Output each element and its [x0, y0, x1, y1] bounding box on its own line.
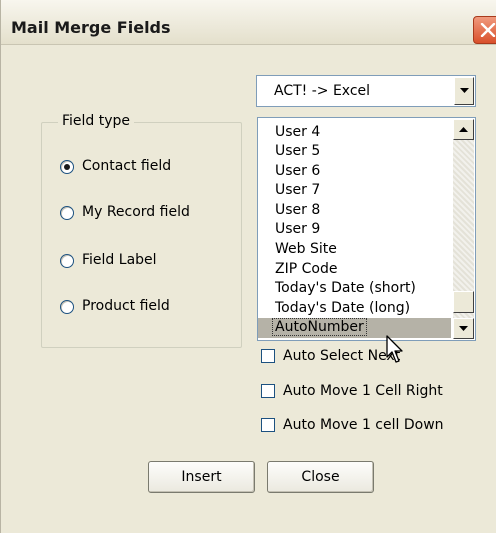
checkbox[interactable] — [261, 418, 275, 432]
radio-button[interactable] — [60, 300, 74, 314]
list-item[interactable]: User 5 — [258, 142, 451, 162]
fields-scrollbar[interactable] — [453, 119, 474, 339]
chevron-down-icon — [460, 88, 469, 93]
checkbox-label: Auto Move 1 cell Down — [283, 417, 444, 433]
window-close-button[interactable] — [473, 16, 496, 44]
title-bar[interactable]: Mail Merge Fields — [1, 0, 496, 45]
mapping-dropdown[interactable]: ACT! -> Excel — [256, 75, 476, 107]
list-item[interactable]: User 6 — [258, 162, 451, 182]
mapping-dropdown-arrow[interactable] — [454, 77, 474, 105]
scroll-up-button[interactable] — [453, 119, 474, 140]
checkbox-label: Auto Select Next — [283, 348, 401, 364]
list-item[interactable]: User 8 — [258, 201, 451, 221]
insert-button[interactable]: Insert — [148, 461, 255, 493]
mapping-selected-value: ACT! -> Excel — [274, 83, 371, 99]
checkbox-label: Auto Move 1 Cell Right — [283, 383, 443, 399]
list-item[interactable]: User 9 — [258, 220, 451, 240]
arrow-down-icon — [459, 326, 468, 331]
radio-button[interactable] — [60, 206, 74, 220]
checkbox[interactable] — [261, 349, 275, 363]
radio-label: Field Label — [82, 252, 157, 268]
radio-label: Product field — [82, 298, 170, 314]
radio-label: My Record field — [82, 204, 190, 220]
fields-listbox[interactable]: User 4 User 5 User 6 User 7 User 8 User … — [257, 117, 476, 341]
list-item[interactable]: Today's Date (short) — [258, 279, 451, 299]
checkbox[interactable] — [261, 384, 275, 398]
field-type-group: Field type Contact field My Record field… — [41, 113, 242, 348]
scroll-down-button[interactable] — [453, 318, 474, 339]
arrow-up-icon — [459, 127, 468, 132]
radio-label: Contact field — [82, 158, 172, 174]
mail-merge-dialog: Mail Merge Fields ACT! -> Excel Field ty… — [0, 0, 496, 533]
close-icon — [480, 23, 496, 37]
list-item[interactable]: Today's Date (long) — [258, 299, 451, 319]
mouse-cursor-icon — [386, 335, 403, 363]
list-item[interactable]: User 4 — [258, 123, 451, 143]
radio-dot — [64, 164, 70, 170]
field-type-label: Field type — [58, 113, 135, 129]
radio-button[interactable] — [60, 160, 74, 174]
list-item[interactable]: User 7 — [258, 181, 451, 201]
scroll-thumb[interactable] — [453, 291, 474, 313]
window-title: Mail Merge Fields — [11, 18, 171, 37]
list-item-selected[interactable]: AutoNumber — [258, 318, 451, 338]
list-item[interactable]: ZIP Code — [258, 260, 451, 280]
close-button[interactable]: Close — [267, 461, 374, 493]
list-item[interactable]: Web Site — [258, 240, 451, 260]
radio-button[interactable] — [60, 254, 74, 268]
